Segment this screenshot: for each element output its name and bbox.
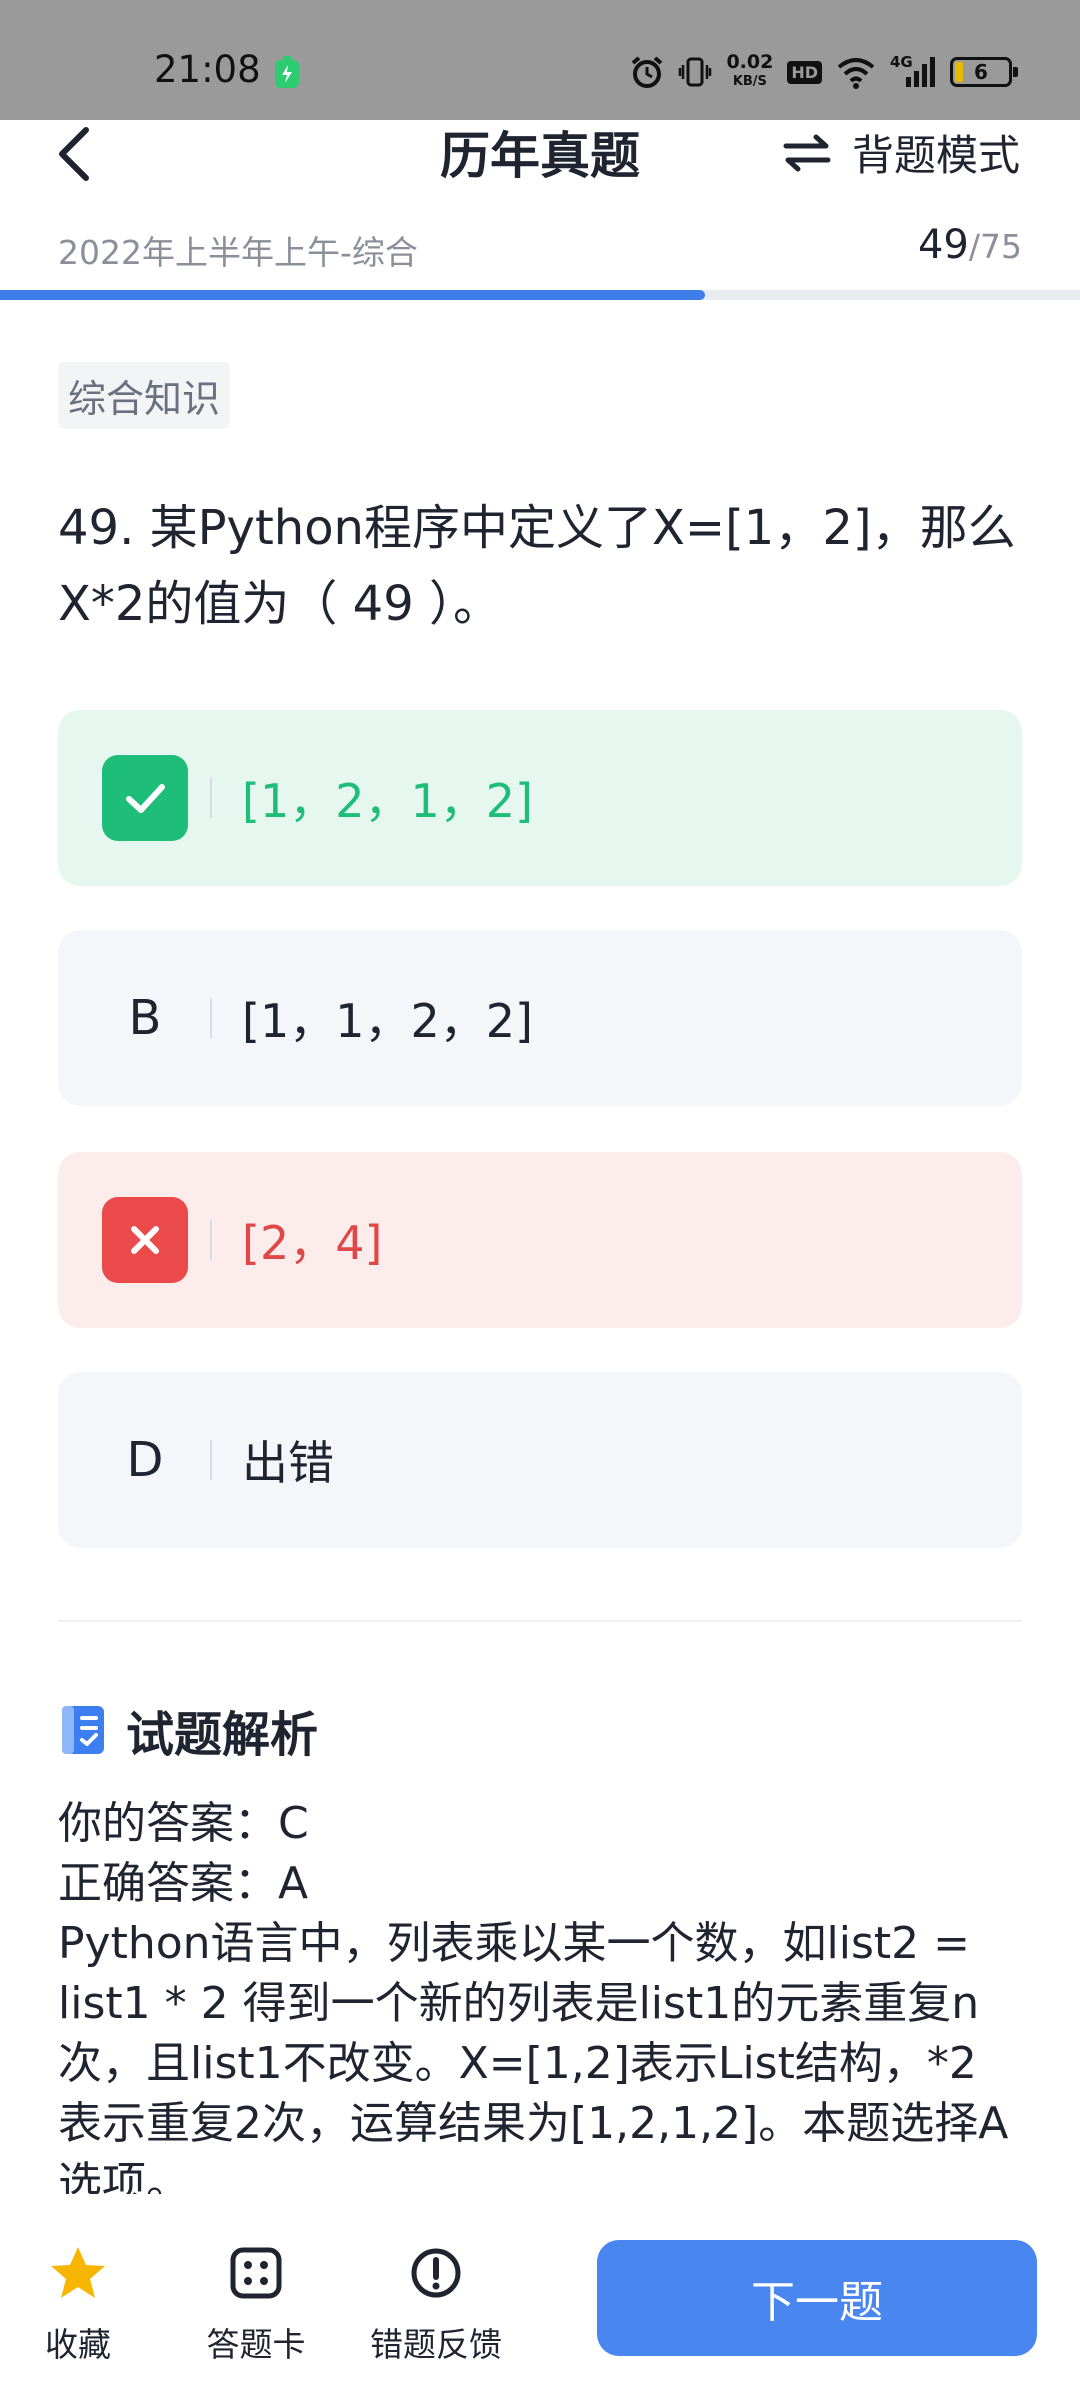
report-error-button[interactable]: 错题反馈 [366,2242,506,2366]
option-text: [1，1，2，2] [242,994,533,1048]
exam-info-row: 2022年上半年上午-综合 49/75 [58,222,1022,272]
question-counter: 49/75 [917,222,1022,268]
swap-arrows-icon [783,134,831,171]
error-report-icon [411,2248,461,2298]
hd-badge: HD [787,60,822,84]
explanation-text: Python语言中，列表乘以某一个数，如list2 = list1 * 2 得到… [58,1918,1009,2194]
option-separator [210,998,212,1038]
option-a[interactable]: [1，2，1，2] [58,710,1022,886]
category-tag: 综合知识 [58,362,231,429]
option-b[interactable]: B [1，1，2，2] [58,930,1022,1106]
correct-answer: 正确答案：A [58,1858,309,1909]
cross-icon [102,1197,188,1283]
answer-card-label: 答题卡 [206,2325,306,2364]
exam-subtitle: 2022年上半年上午-综合 [58,233,418,272]
report-error-label: 错题反馈 [370,2325,502,2364]
option-text: [1，2，1，2] [242,774,533,828]
next-question-button[interactable]: 下一题 [597,2240,1037,2356]
vibrate-icon [679,57,712,87]
analysis-book-icon [62,1706,104,1754]
wifi-icon [837,58,875,89]
analysis-body: 你的答案：C 正确答案：A Python语言中，列表乘以某一个数，如list2 … [58,1794,1018,2194]
analysis-title: 试题解析 [126,1707,319,1763]
top-app-bar: 历年真题 背题模式 [0,120,1080,200]
option-text: [2，4] [242,1216,383,1270]
battery-charging-icon [275,56,299,88]
option-separator [210,778,212,818]
analysis-heading: 试题解析 [58,1695,318,1765]
your-answer: 你的答案：C [58,1798,309,1849]
progress-fill [0,290,706,300]
question-text: 49. 某Python程序中定义了X=[1，2]，那么X*2的值为（ 49 ）。 [58,500,1016,632]
bottom-action-bar: 收藏 答题卡 错题反馈 下一题 [0,2196,1080,2400]
option-separator [210,1220,212,1260]
status-bar: 21:08 0.02 KB/S HD 4G 6 [0,0,1080,120]
network-speed: 0.02 KB/S [726,51,774,90]
option-key: D [126,1432,164,1488]
answer-card-button[interactable]: 答题卡 [186,2242,326,2366]
memorize-mode-toggle[interactable]: 背题模式 [782,122,1020,183]
check-icon [102,755,188,841]
memorize-mode-label: 背题模式 [851,131,1020,180]
option-c[interactable]: [2，4] [58,1152,1022,1328]
option-d[interactable]: D 出错 [58,1372,1022,1548]
option-text: 出错 [242,1436,334,1490]
answer-card-icon [230,2247,282,2299]
option-separator [210,1440,212,1480]
favorite-label: 收藏 [45,2325,111,2364]
favorite-button[interactable]: 收藏 [8,2242,148,2366]
section-divider [58,1620,1022,1622]
option-key: B [128,990,162,1046]
cell-signal-icon: 4G [890,53,936,89]
battery-icon: 6 [950,57,1018,87]
status-time: 21:08 [154,48,261,91]
star-icon [51,2247,105,2298]
alarm-icon [632,56,663,88]
progress-bar [0,290,1080,300]
